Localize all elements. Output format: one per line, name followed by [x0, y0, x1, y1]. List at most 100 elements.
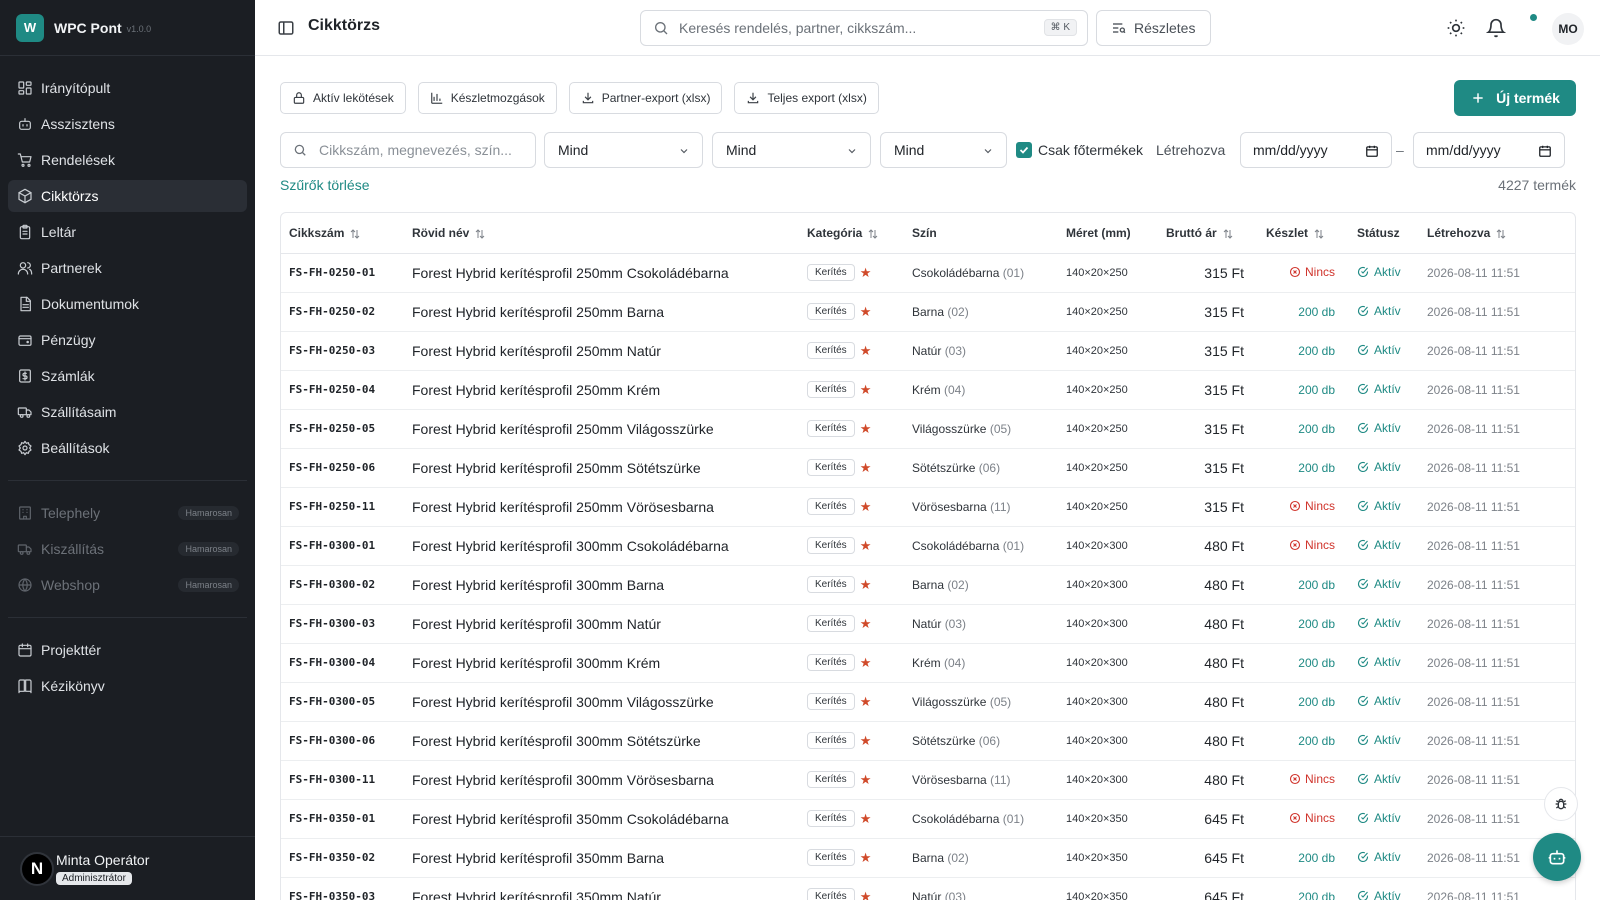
header-avatar[interactable]: MO — [1552, 13, 1584, 45]
sidebar-item-penzugy[interactable]: Pénzügy — [8, 324, 247, 356]
sidebar-item-asszisztens[interactable]: Asszisztens — [8, 108, 247, 140]
stock-none-label: Nincs — [1304, 771, 1335, 786]
bug-report-button[interactable] — [1544, 787, 1578, 821]
color-code: (05) — [989, 421, 1012, 436]
sidebar-item-szallitasaim[interactable]: Szállításaim — [8, 396, 247, 428]
stock-value: Nincs — [1289, 811, 1335, 825]
table-row[interactable]: FS-FH-0300-02 Forest Hybrid kerítésprofil… — [281, 565, 1575, 605]
sidebar-item-cikktorzs[interactable]: Cikktörzs — [8, 180, 247, 212]
table-row[interactable]: FS-FH-0300-01 Forest Hybrid kerítésprofil… — [281, 526, 1575, 566]
table-row[interactable]: FS-FH-0250-11 Forest Hybrid kerítésprofil… — [281, 487, 1575, 527]
theme-toggle-icon[interactable] — [1446, 18, 1466, 38]
col-header-name[interactable]: Rövid név — [404, 213, 799, 254]
full-export-button[interactable]: Teljes export (xlsx) — [734, 82, 879, 114]
table-row[interactable]: FS-FH-0250-01 Forest Hybrid kerítésprofil… — [281, 253, 1575, 293]
x-circle-icon — [1289, 539, 1301, 551]
sidebar-item-kezikonyv[interactable]: Kézikönyv — [8, 670, 247, 702]
partner-export-button[interactable]: Partner-export (xlsx) — [568, 82, 723, 114]
col-header-price[interactable]: Bruttó ár — [1158, 213, 1258, 254]
sidebar-item-label: Pénzügy — [41, 332, 96, 348]
calendar-icon[interactable] — [1365, 144, 1379, 158]
sidebar-item-iranyitopult[interactable]: Irányítópult — [8, 72, 247, 104]
clear-filters-link[interactable]: Szűrők törlése — [280, 177, 369, 193]
sort-icon[interactable] — [474, 228, 486, 240]
table-row[interactable]: FS-FH-0300-11 Forest Hybrid kerítésprofil… — [281, 760, 1575, 800]
table-row[interactable]: FS-FH-0250-03 Forest Hybrid kerítésprofil… — [281, 331, 1575, 371]
color-select[interactable]: Mind — [712, 132, 871, 168]
sort-icon[interactable] — [1313, 228, 1325, 240]
sidebar-item-projektter[interactable]: Projekttér — [8, 634, 247, 666]
table-row[interactable]: FS-FH-0350-01 Forest Hybrid kerítésprofil… — [281, 799, 1575, 839]
table-row[interactable]: FS-FH-0350-03 Forest Hybrid kerítésprofil… — [281, 877, 1575, 900]
check-circle-icon — [1357, 656, 1369, 668]
category-select[interactable]: Mind — [544, 132, 703, 168]
sidebar-item-dokumentumok[interactable]: Dokumentumok — [8, 288, 247, 320]
check-circle-icon — [1357, 890, 1369, 900]
sidebar-item-partnerek[interactable]: Partnerek — [8, 252, 247, 284]
table-row[interactable]: FS-FH-0350-02 Forest Hybrid kerítésprofil… — [281, 838, 1575, 878]
cell-stock: 200 db — [1258, 370, 1349, 410]
sort-icon[interactable] — [867, 228, 879, 240]
stock-value: Nincs — [1289, 265, 1335, 279]
stock-moves-button[interactable]: Készletmozgások — [417, 82, 557, 114]
color-name: Barna — [912, 577, 945, 592]
product-search-input[interactable]: Cikkszám, megnevezés, szín... — [280, 132, 536, 168]
cell-category: Kerítés ★ — [799, 682, 904, 722]
cell-created: 2026-08-11 11:51 — [1419, 565, 1575, 605]
bell-icon[interactable] — [1486, 18, 1506, 38]
sidebar-item-telephely: Telephely Hamarosan — [8, 497, 247, 529]
new-product-button[interactable]: Új termék — [1454, 80, 1576, 116]
cell-price: 315 Ft — [1158, 253, 1258, 293]
date-to-input[interactable]: mm/dd/yyyy — [1413, 132, 1565, 168]
brand[interactable]: W WPC Pont v1.0.0 — [0, 0, 255, 56]
sort-icon[interactable] — [1495, 228, 1507, 240]
sidebar-toggle-icon[interactable] — [277, 19, 295, 37]
assistant-chat-button[interactable] — [1533, 833, 1581, 881]
date-from-input[interactable]: mm/dd/yyyy — [1240, 132, 1392, 168]
color-code: (01) — [1002, 811, 1025, 826]
table-row[interactable]: FS-FH-0250-06 Forest Hybrid kerítésprofil… — [281, 448, 1575, 488]
table-row[interactable]: FS-FH-0300-03 Forest Hybrid kerítésprofil… — [281, 604, 1575, 644]
status-select[interactable]: Mind — [880, 132, 1007, 168]
table-row[interactable]: FS-FH-0250-02 Forest Hybrid kerítésprofil… — [281, 292, 1575, 332]
col-header-sku[interactable]: Cikkszám — [281, 213, 404, 254]
table-row[interactable]: FS-FH-0250-05 Forest Hybrid kerítésprofil… — [281, 409, 1575, 449]
table-row[interactable]: FS-FH-0300-04 Forest Hybrid kerítésprofil… — [281, 643, 1575, 683]
stock-none-label: Nincs — [1304, 537, 1335, 552]
cell-color: Sötétszürke (06) — [904, 721, 1058, 761]
sidebar-item-beallitasok[interactable]: Beállítások — [8, 432, 247, 464]
cell-created: 2026-08-11 11:51 — [1419, 526, 1575, 566]
user-profile[interactable]: N Minta Operátor Adminisztrátor — [0, 836, 255, 900]
calendar-icon[interactable] — [1538, 144, 1552, 158]
table-row[interactable]: FS-FH-0300-06 Forest Hybrid kerítésprofil… — [281, 721, 1575, 761]
color-code: (04) — [944, 382, 966, 397]
cell-price: 480 Ft — [1158, 682, 1258, 722]
cell-color: Vörösesbarna (11) — [904, 487, 1058, 527]
col-header-category[interactable]: Kategória — [799, 213, 904, 254]
col-header-stock[interactable]: Készlet — [1258, 213, 1349, 254]
sidebar-item-label: Dokumentumok — [41, 296, 140, 312]
sort-icon[interactable] — [349, 228, 361, 240]
advanced-search-button[interactable]: Részletes — [1096, 10, 1211, 46]
user-name: Minta Operátor — [56, 851, 150, 868]
table-row[interactable]: FS-FH-0250-04 Forest Hybrid kerítésprofil… — [281, 370, 1575, 410]
main-products-checkbox[interactable] — [1016, 142, 1032, 158]
main-products-label[interactable]: Csak főtermékek — [1038, 142, 1143, 158]
bar-chart-icon — [430, 91, 444, 105]
sidebar-item-szamlak[interactable]: Számlák — [8, 360, 247, 392]
sidebar-item-leltar[interactable]: Leltár — [8, 216, 247, 248]
dashboard-icon — [17, 80, 33, 96]
star-icon: ★ — [859, 459, 872, 475]
cell-sku: FS-FH-0250-01 — [281, 253, 404, 293]
sort-icon[interactable] — [1222, 228, 1234, 240]
coming-soon-badge: Hamarosan — [178, 506, 239, 520]
table-row[interactable]: FS-FH-0300-05 Forest Hybrid kerítésprofil… — [281, 682, 1575, 722]
bot-icon — [17, 116, 33, 132]
status-label: Aktív — [1374, 342, 1401, 357]
global-search-input[interactable]: Keresés rendelés, partner, cikkszám... ⌘… — [640, 10, 1088, 46]
col-header-created[interactable]: Létrehozva — [1419, 213, 1575, 254]
status-badge: Aktív — [1357, 421, 1401, 435]
sidebar-item-rendelesek[interactable]: Rendelések — [8, 144, 247, 176]
truck-icon — [17, 404, 33, 420]
active-locks-button[interactable]: Aktív lekötések — [280, 82, 406, 114]
